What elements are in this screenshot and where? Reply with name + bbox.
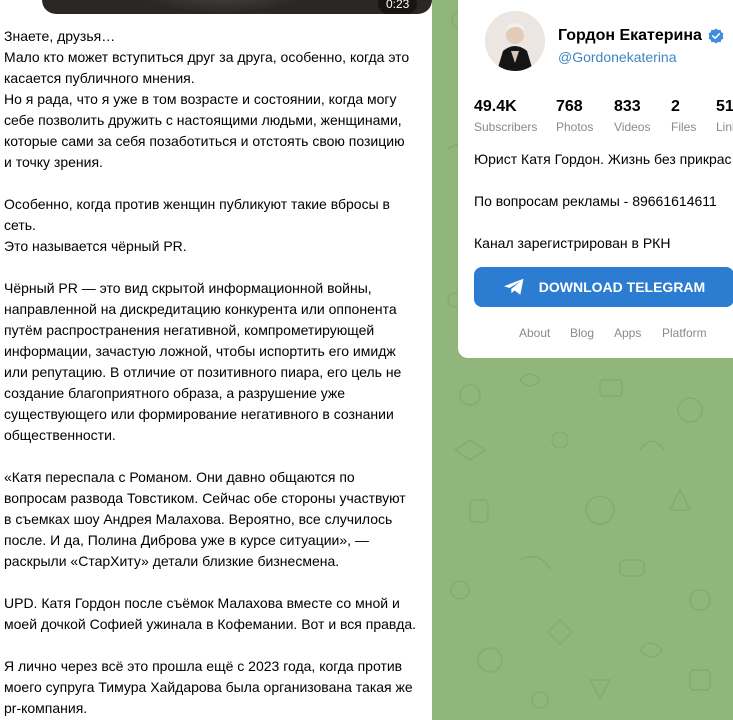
telegram-plane-icon (503, 278, 524, 295)
stat-value: 51 (716, 98, 733, 115)
post-text-line: Чёрный PR — это вид скрытой информационн… (4, 280, 372, 296)
channel-ads-contact: По вопросам рекламы - 89661614611 (474, 193, 717, 209)
avatar (485, 11, 545, 71)
post-text-line: UPD. Катя Гордон после съёмок Малахова в… (4, 595, 400, 611)
footer-link-platform[interactable]: Platform (662, 326, 707, 340)
channel-name-text: Гордон Екатерина (558, 27, 702, 44)
post-text-line: «Катя переспала с Романом. Они давно общ… (4, 469, 355, 485)
post-text-line: которые сами за себя позаботиться и отст… (4, 133, 405, 149)
post-text-line: существующего или формирование негативно… (4, 406, 394, 422)
stat-label: Files (671, 120, 697, 134)
post-text-line: после. И да, Полина Диброва уже в курсе … (4, 532, 369, 548)
post-text-line: вопросам развода Товстиком. Сейчас обе с… (4, 490, 406, 506)
post-text-line: pr-компания. (4, 700, 88, 716)
stat-value: 768 (556, 98, 583, 115)
channel-post: 0:23 Знаете, друзья… Мало кто может вступ… (0, 0, 432, 720)
stat-links[interactable]: 51 Links (716, 98, 733, 134)
post-text-line: касается публичного мнения. (4, 70, 195, 86)
post-text-line: направленной на дискредитацию конкурента… (4, 301, 397, 317)
stat-value: 2 (671, 98, 680, 115)
download-label: DOWNLOAD TELEGRAM (538, 279, 706, 295)
post-text-line: Особенно, когда против женщин публикуют … (4, 196, 390, 212)
post-text-line: Я лично через всё это прошла ещё с 2023 … (4, 658, 403, 674)
post-text-line: в съемках шоу Андрея Малахова. Вероятно,… (4, 511, 393, 527)
footer-link-blog[interactable]: Blog (570, 326, 594, 340)
post-text-line: Знаете, друзья… (4, 28, 116, 44)
footer-link-apps[interactable]: Apps (614, 326, 641, 340)
stat-files[interactable]: 2 Files (671, 98, 696, 134)
stat-value: 833 (614, 98, 641, 115)
post-text-line: Мало кто может вступиться друг за друга,… (4, 49, 410, 65)
stat-label: Links (716, 120, 733, 134)
channel-name: Гордон Екатерина (558, 27, 724, 45)
post-text-line: сеть. (4, 217, 36, 233)
channel-registration: Канал зарегистрирован в РКН (474, 235, 671, 251)
stat-label: Videos (614, 120, 651, 134)
post-text-line: общественности. (4, 427, 116, 443)
stat-value: 49.4K (474, 98, 517, 115)
post-text-line: путём распространения негативной, компро… (4, 322, 375, 338)
stat-label: Photos (556, 120, 594, 134)
post-text-line: Но я рада, что я уже в том возрасте и со… (4, 91, 397, 107)
footer-link-about[interactable]: About (519, 326, 550, 340)
stat-videos[interactable]: 833 Videos (614, 98, 650, 134)
stat-subscribers: 49.4K Subscribers (474, 98, 537, 134)
post-text-line: себе позволить дружить с настоящими людь… (4, 112, 402, 128)
channel-description: Юрист Катя Гордон. Жизнь без прикрас (474, 151, 732, 167)
post-text-line: моего супруга Тимура Хайдарова была орга… (4, 679, 413, 695)
post-text-line: информации, зачастую ложной, чтобы испор… (4, 343, 396, 359)
channel-handle[interactable]: @Gordonekaterina (558, 49, 677, 65)
post-text-line: раскрыли «СтарХиту» детали близкие бизне… (4, 553, 340, 569)
post-text-line: Это называется чёрный PR. (4, 238, 187, 254)
verified-icon (708, 28, 724, 44)
stat-photos[interactable]: 768 Photos (556, 98, 593, 134)
post-text-line: или репутацию. В отличие от позитивного … (4, 364, 402, 380)
post-text-line: и точку зрения. (4, 154, 103, 170)
download-telegram-button[interactable]: DOWNLOAD TELEGRAM (474, 267, 733, 307)
post-text-line: моей дочкой Софией ужинала в Кофемании. … (4, 616, 417, 632)
video-thumbnail[interactable] (42, 0, 432, 14)
post-text: Знаете, друзья… Мало кто может вступиться… (4, 26, 428, 719)
stat-label: Subscribers (474, 120, 538, 134)
video-duration: 0:23 (378, 0, 418, 14)
post-text-line: создание благоприятного образа, а разруш… (4, 385, 346, 401)
